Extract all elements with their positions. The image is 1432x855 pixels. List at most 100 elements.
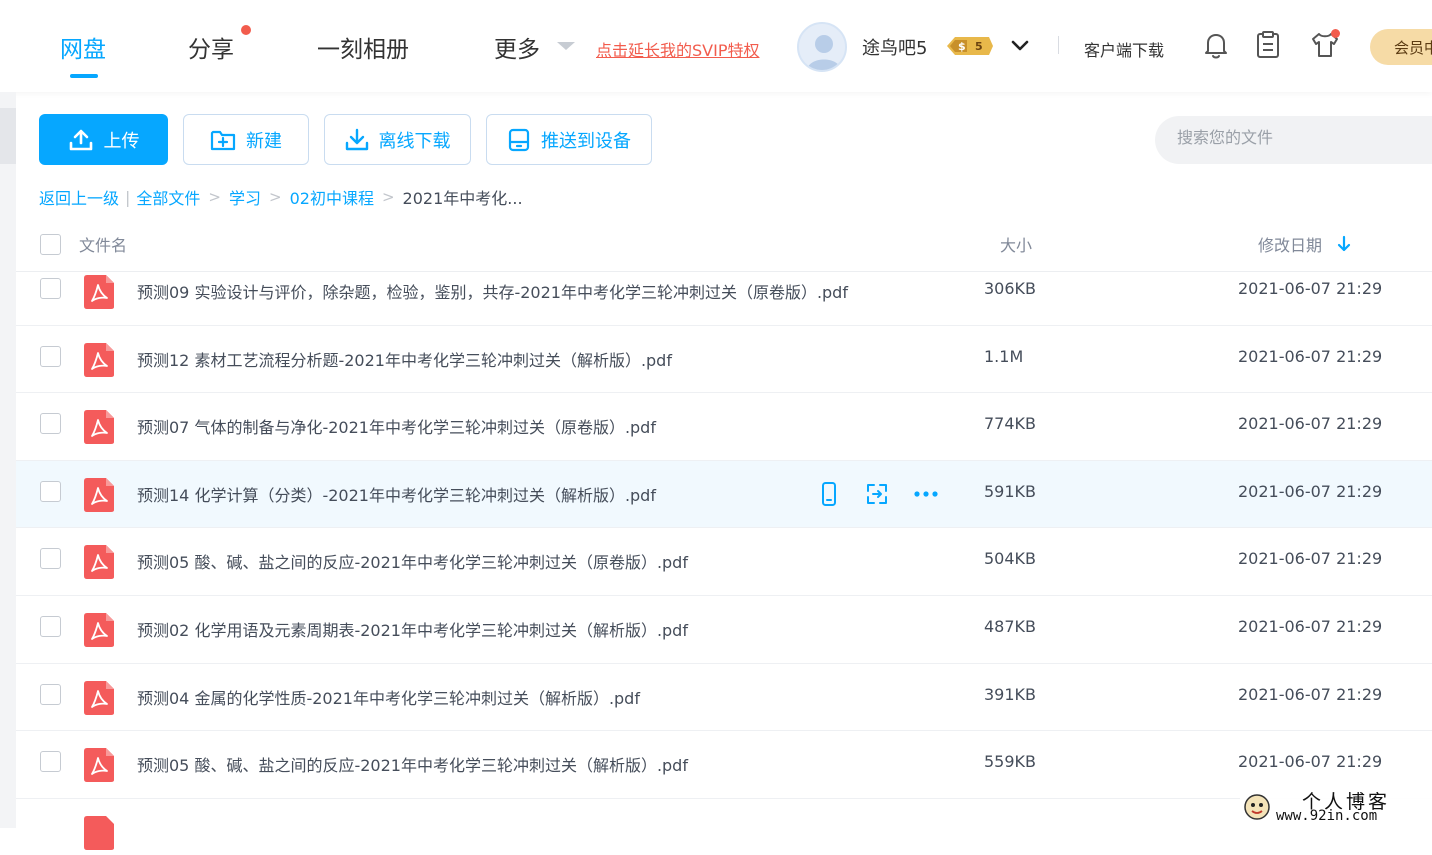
username[interactable]: 途鸟吧5: [862, 34, 927, 60]
push-device-icon[interactable]: [816, 481, 842, 511]
row-actions: [816, 481, 940, 511]
column-header-modified[interactable]: 修改日期: [1258, 232, 1322, 256]
chevron-right-icon: >: [381, 188, 395, 206]
tab-moment-album[interactable]: 一刻相册: [317, 30, 409, 64]
table-row[interactable]: 预测12 素材工艺流程分析题-2021年中考化学三轮冲刺过关（解析版）.pdf 1…: [16, 326, 1432, 394]
table-row[interactable]: 预测07 气体的制备与净化-2021年中考化学三轮冲刺过关（原卷版）.pdf 77…: [16, 393, 1432, 461]
convert-icon[interactable]: [864, 481, 890, 511]
file-name[interactable]: 预测05 酸、碱、盐之间的反应-2021年中考化学三轮冲刺过关（原卷版）.pdf: [137, 549, 688, 573]
row-checkbox[interactable]: [40, 278, 61, 299]
pdf-file-icon: [82, 409, 116, 449]
table-row-partial[interactable]: [16, 799, 1432, 850]
chevron-right-icon: >: [269, 188, 282, 206]
push-to-device-button[interactable]: 推送到设备: [486, 114, 652, 165]
row-checkbox[interactable]: [40, 683, 61, 705]
row-checkbox[interactable]: [40, 616, 61, 637]
table-row[interactable]: 预测14 化学计算（分类）-2021年中考化学三轮冲刺过关（解析版）.pdf 59…: [16, 460, 1432, 529]
column-header-name[interactable]: 文件名: [79, 232, 127, 256]
breadcrumb-item-all-files[interactable]: 全部文件: [136, 185, 200, 209]
file-name[interactable]: 预测14 化学计算（分类）-2021年中考化学三轮冲刺过关（解析版）.pdf: [137, 482, 656, 506]
file-size: 591KB: [984, 481, 1037, 501]
member-center-button[interactable]: 会员中心: [1370, 29, 1432, 65]
new-folder-icon: [210, 130, 236, 150]
vip-level-text: 5: [975, 40, 983, 53]
file-size: 1.1M: [984, 346, 1024, 366]
svg-text:$: $: [958, 40, 966, 53]
shirt-badge: [1331, 29, 1340, 38]
column-header-size[interactable]: 大小: [1000, 232, 1032, 256]
table-row[interactable]: 预测09 实验设计与评价，除杂题，检验，鉴别，共存-2021年中考化学三轮冲刺过…: [16, 258, 1432, 326]
download-icon: [345, 128, 368, 150]
pdf-file-icon: [82, 612, 116, 652]
offline-download-label: 离线下载: [378, 130, 451, 152]
new-label: 新建: [246, 130, 282, 152]
row-checkbox[interactable]: [40, 751, 61, 773]
new-button[interactable]: 新建: [183, 114, 309, 165]
upload-icon: [69, 129, 92, 150]
row-checkbox[interactable]: [40, 480, 61, 502]
avatar[interactable]: [797, 22, 847, 72]
file-size: 487KB: [984, 617, 1037, 636]
watermark: 个人博客 www.92in.com: [1240, 786, 1432, 828]
select-all-checkbox[interactable]: [40, 234, 61, 255]
clipboard-icon[interactable]: [1255, 30, 1281, 64]
file-name[interactable]: 预测07 气体的制备与净化-2021年中考化学三轮冲刺过关（原卷版）.pdf: [137, 414, 656, 438]
row-checkbox[interactable]: [40, 548, 61, 570]
top-nav: 网盘 分享 一刻相册 更多 点击延长我的SVIP特权 途鸟吧5 $ 5 客户端下…: [0, 0, 1432, 92]
row-checkbox[interactable]: [40, 345, 61, 367]
search-input[interactable]: [1177, 128, 1417, 147]
user-menu-chevron-icon[interactable]: [1010, 36, 1030, 60]
file-modified-date: 2021-06-07 21:29: [1238, 549, 1383, 569]
pdf-file-icon: [82, 680, 116, 720]
breadcrumb: 返回上一级 | 全部文件 > 学习 > 02初中课程 > 2021年中考化...: [39, 185, 523, 209]
push-to-device-label: 推送到设备: [541, 130, 631, 152]
file-name[interactable]: 预测02 化学用语及元素周期表-2021年中考化学三轮冲刺过关（解析版）.pdf: [137, 617, 688, 641]
mascot-logo-icon: [1244, 794, 1270, 820]
tab-share[interactable]: 分享: [188, 30, 234, 64]
pdf-file-icon: [82, 274, 116, 314]
upload-button[interactable]: 上传: [39, 114, 168, 165]
watermark-url: www.92in.com: [1276, 808, 1378, 824]
file-modified-date: 2021-06-07 21:29: [1238, 617, 1383, 636]
pdf-file-icon: [82, 815, 116, 855]
row-checkbox[interactable]: [40, 413, 61, 435]
device-icon: [508, 128, 530, 151]
client-download-link[interactable]: 客户端下载: [1084, 37, 1164, 61]
offline-download-button[interactable]: 离线下载: [324, 114, 471, 165]
file-size: 559KB: [984, 752, 1037, 772]
file-name[interactable]: 预测04 金属的化学性质-2021年中考化学三轮冲刺过关（解析版）.pdf: [137, 685, 640, 709]
pdf-file-icon: [82, 747, 116, 787]
nav-divider: [1058, 36, 1059, 54]
default-avatar-icon: [807, 35, 841, 70]
file-name[interactable]: 预测05 酸、碱、盐之间的反应-2021年中考化学三轮冲刺过关（解析版）.pdf: [137, 752, 688, 776]
file-size: 306KB: [984, 279, 1037, 298]
table-row[interactable]: 预测05 酸、碱、盐之间的反应-2021年中考化学三轮冲刺过关（原卷版）.pdf…: [16, 528, 1432, 596]
pdf-file-icon: [82, 342, 116, 382]
file-modified-date: 2021-06-07 21:29: [1238, 481, 1383, 501]
table-row[interactable]: 预测05 酸、碱、盐之间的反应-2021年中考化学三轮冲刺过关（解析版）.pdf…: [16, 731, 1432, 799]
file-modified-date: 2021-06-07 21:29: [1238, 752, 1383, 772]
file-size: 504KB: [984, 549, 1037, 569]
search-box[interactable]: [1155, 116, 1432, 164]
breadcrumb-current: 2021年中考化...: [402, 189, 523, 208]
breadcrumb-item-study[interactable]: 学习: [229, 185, 261, 209]
svip-extend-link[interactable]: 点击延长我的SVIP特权: [596, 37, 759, 61]
sort-desc-arrow-icon[interactable]: [1336, 234, 1352, 258]
breadcrumb-divider: |: [125, 187, 131, 207]
tab-netdisk[interactable]: 网盘: [60, 30, 106, 64]
left-gutter: [0, 92, 16, 828]
bell-icon[interactable]: [1203, 30, 1229, 64]
more-options-icon[interactable]: [912, 481, 940, 511]
file-name[interactable]: 预测12 素材工艺流程分析题-2021年中考化学三轮冲刺过关（解析版）.pdf: [137, 347, 672, 371]
pdf-file-icon: [82, 544, 116, 584]
breadcrumb-back[interactable]: 返回上一级: [39, 185, 119, 209]
tab-more[interactable]: 更多: [494, 30, 540, 64]
file-name[interactable]: 预测09 实验设计与评价，除杂题，检验，鉴别，共存-2021年中考化学三轮冲刺过…: [137, 279, 848, 303]
table-row[interactable]: 预测04 金属的化学性质-2021年中考化学三轮冲刺过关（解析版）.pdf 391…: [16, 664, 1432, 732]
more-chevron-icon[interactable]: [557, 42, 575, 50]
table-row[interactable]: 预测02 化学用语及元素周期表-2021年中考化学三轮冲刺过关（解析版）.pdf…: [16, 596, 1432, 664]
breadcrumb-item-junior-courses[interactable]: 02初中课程: [290, 185, 374, 209]
file-size: 774KB: [984, 414, 1037, 434]
file-modified-date: 2021-06-07 21:29: [1238, 414, 1383, 434]
file-modified-date: 2021-06-07 21:29: [1238, 684, 1383, 704]
